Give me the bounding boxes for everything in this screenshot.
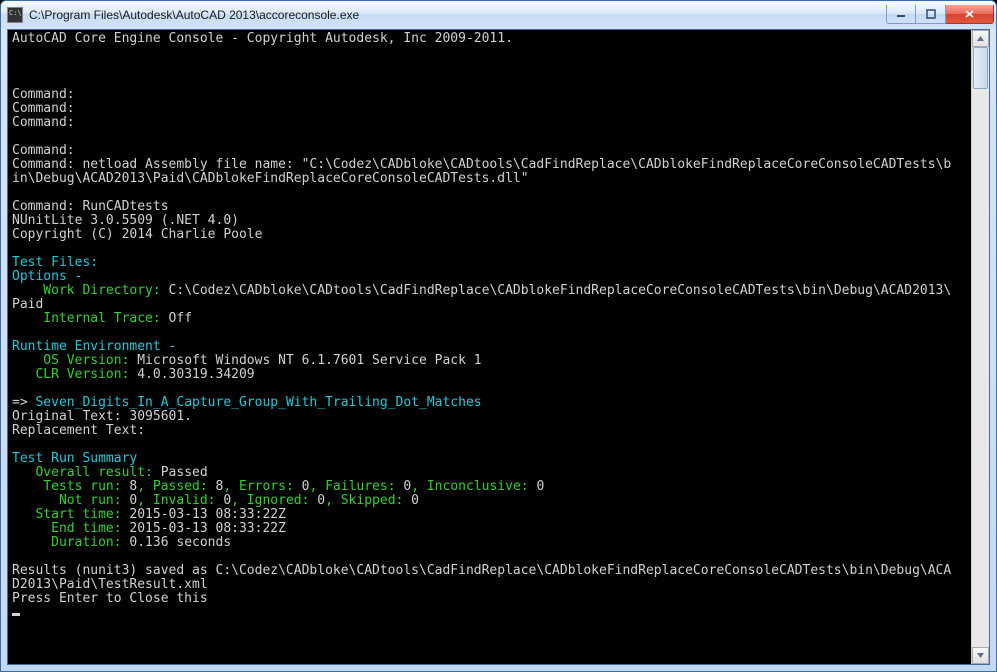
console-text: 2015-03-13 08:33:22Z xyxy=(129,521,286,536)
chevron-down-icon xyxy=(976,651,985,660)
console-text: , Ignored: xyxy=(231,493,317,508)
console-text: NUnitLite 3.0.5509 (.NET 4.0) xyxy=(12,213,239,228)
console-text: 0 xyxy=(223,493,231,508)
console-text: Original Text: 3095601. xyxy=(12,409,192,424)
console-text: Runtime Environment - xyxy=(12,339,176,354)
console-text: AutoCAD Core Engine Console - Copyright … xyxy=(12,31,513,46)
maximize-icon xyxy=(926,9,936,19)
titlebar[interactable]: C:\Program Files\Autodesk\AutoCAD 2013\a… xyxy=(1,1,996,29)
console-text: Replacement Text: xyxy=(12,423,145,438)
console-output[interactable]: AutoCAD Core Engine Console - Copyright … xyxy=(8,30,971,664)
console-text: Command: xyxy=(12,101,75,116)
console-text: Command: xyxy=(12,87,75,102)
console-text: Test Run Summary xyxy=(12,451,137,466)
console-text: Passed xyxy=(161,465,208,480)
scroll-up-button[interactable] xyxy=(972,30,989,47)
close-icon xyxy=(964,9,975,19)
minimize-button[interactable] xyxy=(886,5,916,24)
console-text: 4.0.30319.34209 xyxy=(137,367,254,382)
close-button[interactable] xyxy=(946,5,994,24)
console-text: Not run: xyxy=(12,493,129,508)
console-text: Command: RunCADtests xyxy=(12,199,169,214)
client-area: AutoCAD Core Engine Console - Copyright … xyxy=(7,29,990,665)
console-text: => xyxy=(12,395,35,410)
console-text: Results (nunit3) saved as C:\Codez\CADbl… xyxy=(12,563,951,592)
console-text: 0 xyxy=(317,493,325,508)
console-text: Duration: xyxy=(12,535,129,550)
console-text: Command: xyxy=(12,115,75,130)
console-text: Off xyxy=(169,311,192,326)
scroll-down-button[interactable] xyxy=(972,647,989,664)
cursor xyxy=(12,613,20,616)
console-text: Microsoft Windows NT 6.1.7601 Service Pa… xyxy=(137,353,481,368)
console-text: Test Files: xyxy=(12,255,98,270)
app-icon xyxy=(7,7,23,23)
console-text: , Errors: xyxy=(223,479,301,494)
console-text: Copyright (C) 2014 Charlie Poole xyxy=(12,227,262,242)
console-text: Options - xyxy=(12,269,82,284)
console-text: 0 xyxy=(411,493,419,508)
console-text: , Passed: xyxy=(137,479,215,494)
console-text: CLR Version: xyxy=(12,367,137,382)
console-text: Overall result: xyxy=(12,465,161,480)
maximize-button[interactable] xyxy=(916,5,946,24)
console-text: , Failures: xyxy=(309,479,403,494)
console-text: Command: xyxy=(12,143,75,158)
chevron-up-icon xyxy=(976,34,985,43)
vertical-scrollbar[interactable] xyxy=(971,30,989,664)
console-text: , Invalid: xyxy=(137,493,223,508)
scroll-thumb[interactable] xyxy=(973,47,988,89)
console-text: , Inconclusive: xyxy=(411,479,536,494)
console-text: Internal Trace: xyxy=(12,311,169,326)
console-text: Tests run: xyxy=(12,479,129,494)
console-text: , Skipped: xyxy=(325,493,411,508)
console-text: Press Enter to Close this xyxy=(12,591,208,606)
console-text: Command: netload Assembly file name: "C:… xyxy=(12,157,951,186)
console-text: Seven_Digits_In_A_Capture_Group_With_Tra… xyxy=(35,395,481,410)
console-text: 0 xyxy=(536,479,544,494)
window-controls xyxy=(886,6,994,24)
console-text: Work Directory: xyxy=(12,283,169,298)
console-window: C:\Program Files\Autodesk\AutoCAD 2013\a… xyxy=(0,0,997,672)
console-text: OS Version: xyxy=(12,353,137,368)
window-title: C:\Program Files\Autodesk\AutoCAD 2013\a… xyxy=(29,8,886,22)
console-text: Start time: xyxy=(12,507,129,522)
minimize-icon xyxy=(896,9,906,19)
console-text: End time: xyxy=(12,521,129,536)
console-text: 2015-03-13 08:33:22Z xyxy=(129,507,286,522)
scroll-track[interactable] xyxy=(972,47,989,647)
console-text: 0.136 seconds xyxy=(129,535,231,550)
